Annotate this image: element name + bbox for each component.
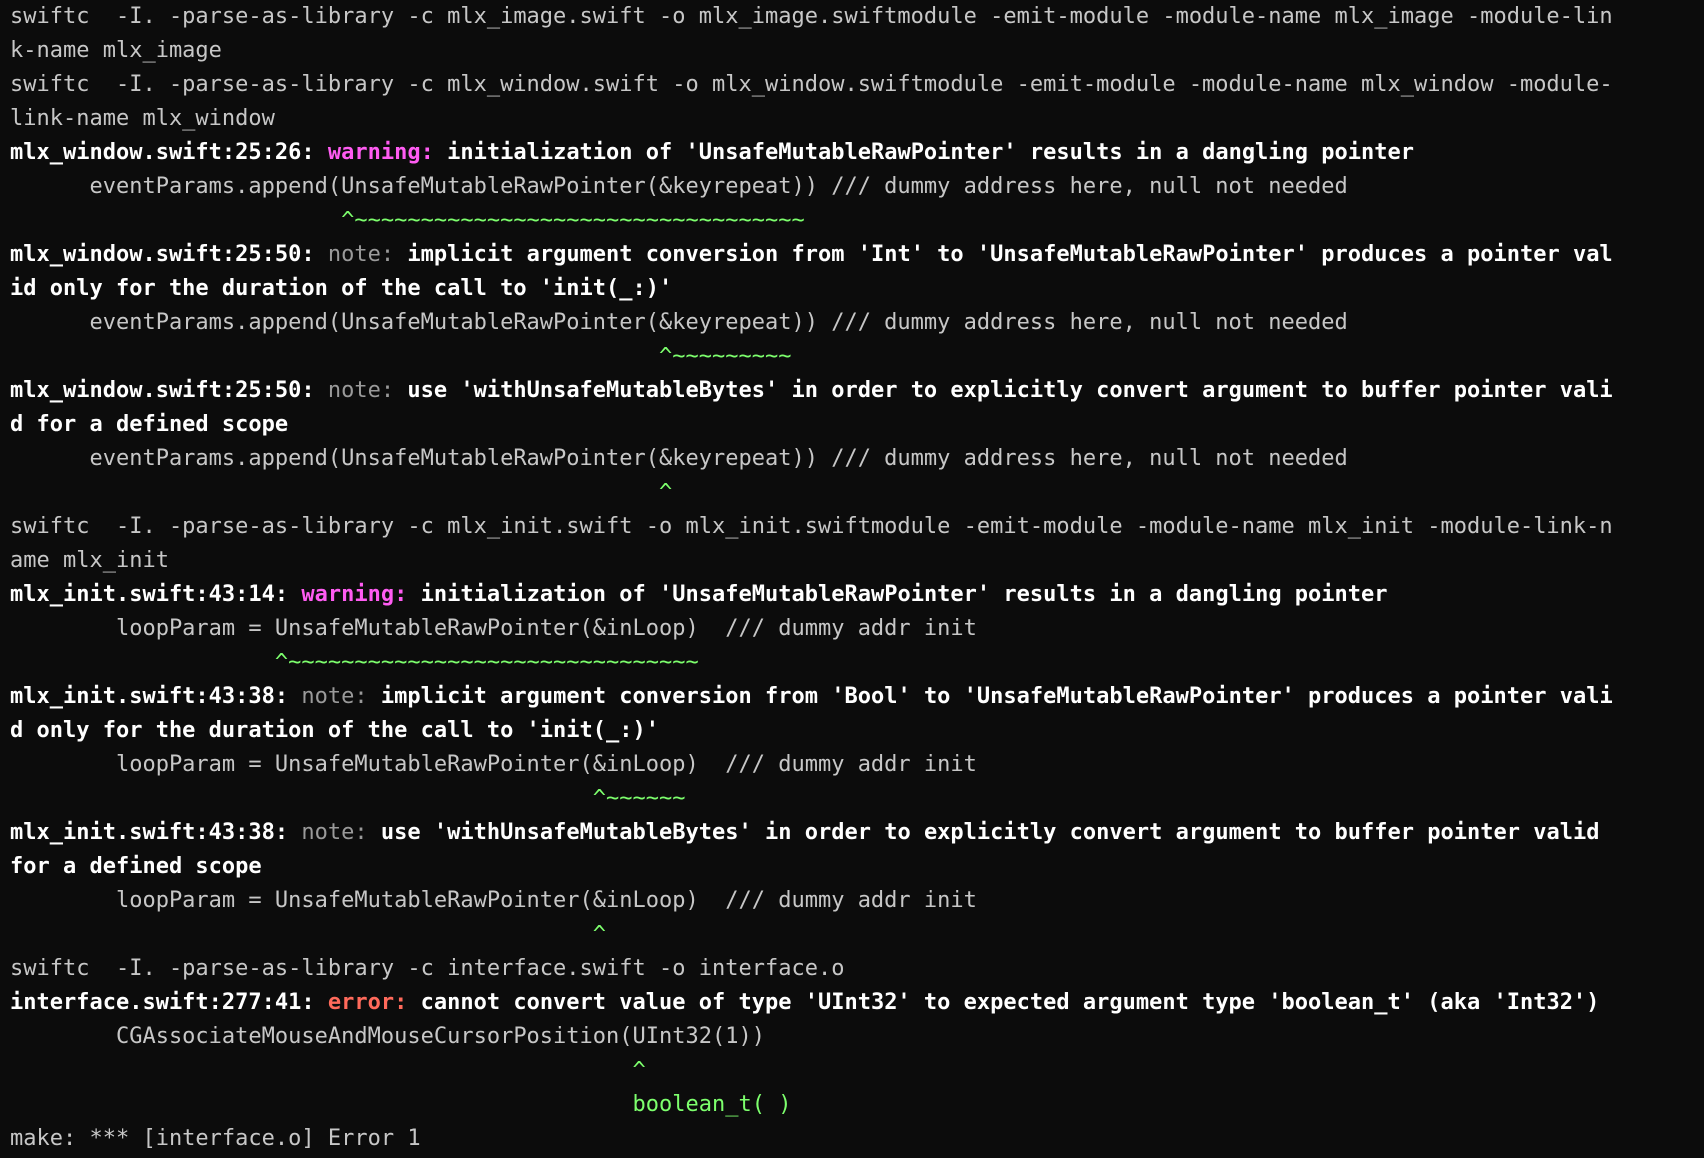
diagnostic-location: mlx_init.swift:43:38: <box>10 820 302 845</box>
diagnostic-location: mlx_window.swift:25:50: <box>10 242 328 267</box>
terminal-line: loopParam = UnsafeMutableRawPointer(&inL… <box>10 616 977 641</box>
terminal-line: d for a defined scope <box>10 412 289 437</box>
terminal-output[interactable]: swiftc -I. -parse-as-library -c mlx_imag… <box>0 0 1704 1158</box>
terminal-line: ^ <box>10 480 673 505</box>
terminal-line: mlx_init.swift:43:38: note: implicit arg… <box>10 680 1704 714</box>
terminal-line: mlx_init.swift:43:14: warning: initializ… <box>10 578 1704 612</box>
terminal-line: ^~~~~~~~~~~~~~~~~~~~~~~~~~~~~~~~~~~ <box>10 208 805 233</box>
diagnostic-message: use 'withUnsafeMutableBytes' in order to… <box>380 820 1600 845</box>
diagnostic-kind: note: <box>301 820 381 845</box>
terminal-line: eventParams.append(UnsafeMutableRawPoint… <box>10 446 1348 471</box>
diagnostic-location: mlx_init.swift:43:14: <box>10 582 302 607</box>
terminal-line: eventParams.append(UnsafeMutableRawPoint… <box>10 310 1348 335</box>
terminal-line: for a defined scope <box>10 854 262 879</box>
terminal-line: ame mlx_init <box>10 548 169 573</box>
terminal-line: swiftc -I. -parse-as-library -c mlx_imag… <box>10 4 1613 29</box>
terminal-line: loopParam = UnsafeMutableRawPointer(&inL… <box>10 888 977 913</box>
terminal-line: ^~~~~~~ <box>10 786 686 811</box>
diagnostic-kind: note: <box>327 378 408 403</box>
diagnostic-kind: note: <box>327 242 408 267</box>
diagnostic-location: mlx_window.swift:25:50: <box>10 378 328 403</box>
diagnostic-message: initialization of 'UnsafeMutableRawPoint… <box>447 140 1415 165</box>
diagnostic-kind: warning: <box>327 140 448 165</box>
terminal-line: eventParams.append(UnsafeMutableRawPoint… <box>10 174 1348 199</box>
terminal-line: mlx_init.swift:43:38: note: use 'withUns… <box>10 816 1704 850</box>
terminal-line: mlx_window.swift:25:50: note: implicit a… <box>10 238 1704 272</box>
terminal-line: ^ <box>10 1058 646 1083</box>
terminal-line: link-name mlx_window <box>10 106 275 131</box>
terminal-line: swiftc -I. -parse-as-library -c mlx_wind… <box>10 72 1613 97</box>
terminal-line: swiftc -I. -parse-as-library -c mlx_init… <box>10 514 1613 539</box>
terminal-line: loopParam = UnsafeMutableRawPointer(&inL… <box>10 752 977 777</box>
diagnostic-kind: note: <box>301 684 381 709</box>
diagnostic-message: implicit argument conversion from 'Bool'… <box>380 684 1613 709</box>
diagnostic-message: use 'withUnsafeMutableBytes' in order to… <box>407 378 1613 403</box>
diagnostic-message: cannot convert value of type 'UInt32' to… <box>420 990 1600 1015</box>
diagnostic-message: initialization of 'UnsafeMutableRawPoint… <box>420 582 1388 607</box>
diagnostic-message: implicit argument conversion from 'Int' … <box>407 242 1613 267</box>
diagnostic-location: mlx_window.swift:25:26: <box>10 140 328 165</box>
terminal-line: mlx_window.swift:25:26: warning: initial… <box>10 136 1704 170</box>
terminal-line: mlx_window.swift:25:50: note: use 'withU… <box>10 374 1704 408</box>
terminal-line: ^ <box>10 922 607 947</box>
diagnostic-location: interface.swift:277:41: <box>10 990 328 1015</box>
diagnostic-location: mlx_init.swift:43:38: <box>10 684 302 709</box>
terminal-line: id only for the duration of the call to … <box>10 276 673 301</box>
diagnostic-kind: warning: <box>301 582 421 607</box>
terminal-line: ^~~~~~~~~~~~~~~~~~~~~~~~~~~~~~~~ <box>10 650 699 675</box>
terminal-line: ^~~~~~~~~~ <box>10 344 792 369</box>
terminal-line: d only for the duration of the call to '… <box>10 718 660 743</box>
terminal-line: boolean_t( ) <box>10 1092 792 1117</box>
terminal-line: interface.swift:277:41: error: cannot co… <box>10 986 1704 1020</box>
terminal-line: swiftc -I. -parse-as-library -c interfac… <box>10 956 845 981</box>
diagnostic-kind: error: <box>327 990 421 1015</box>
terminal-line: k-name mlx_image <box>10 38 222 63</box>
terminal-line: make: *** [interface.o] Error 1 <box>10 1126 421 1151</box>
terminal-line: CGAssociateMouseAndMouseCursorPosition(U… <box>10 1024 765 1049</box>
